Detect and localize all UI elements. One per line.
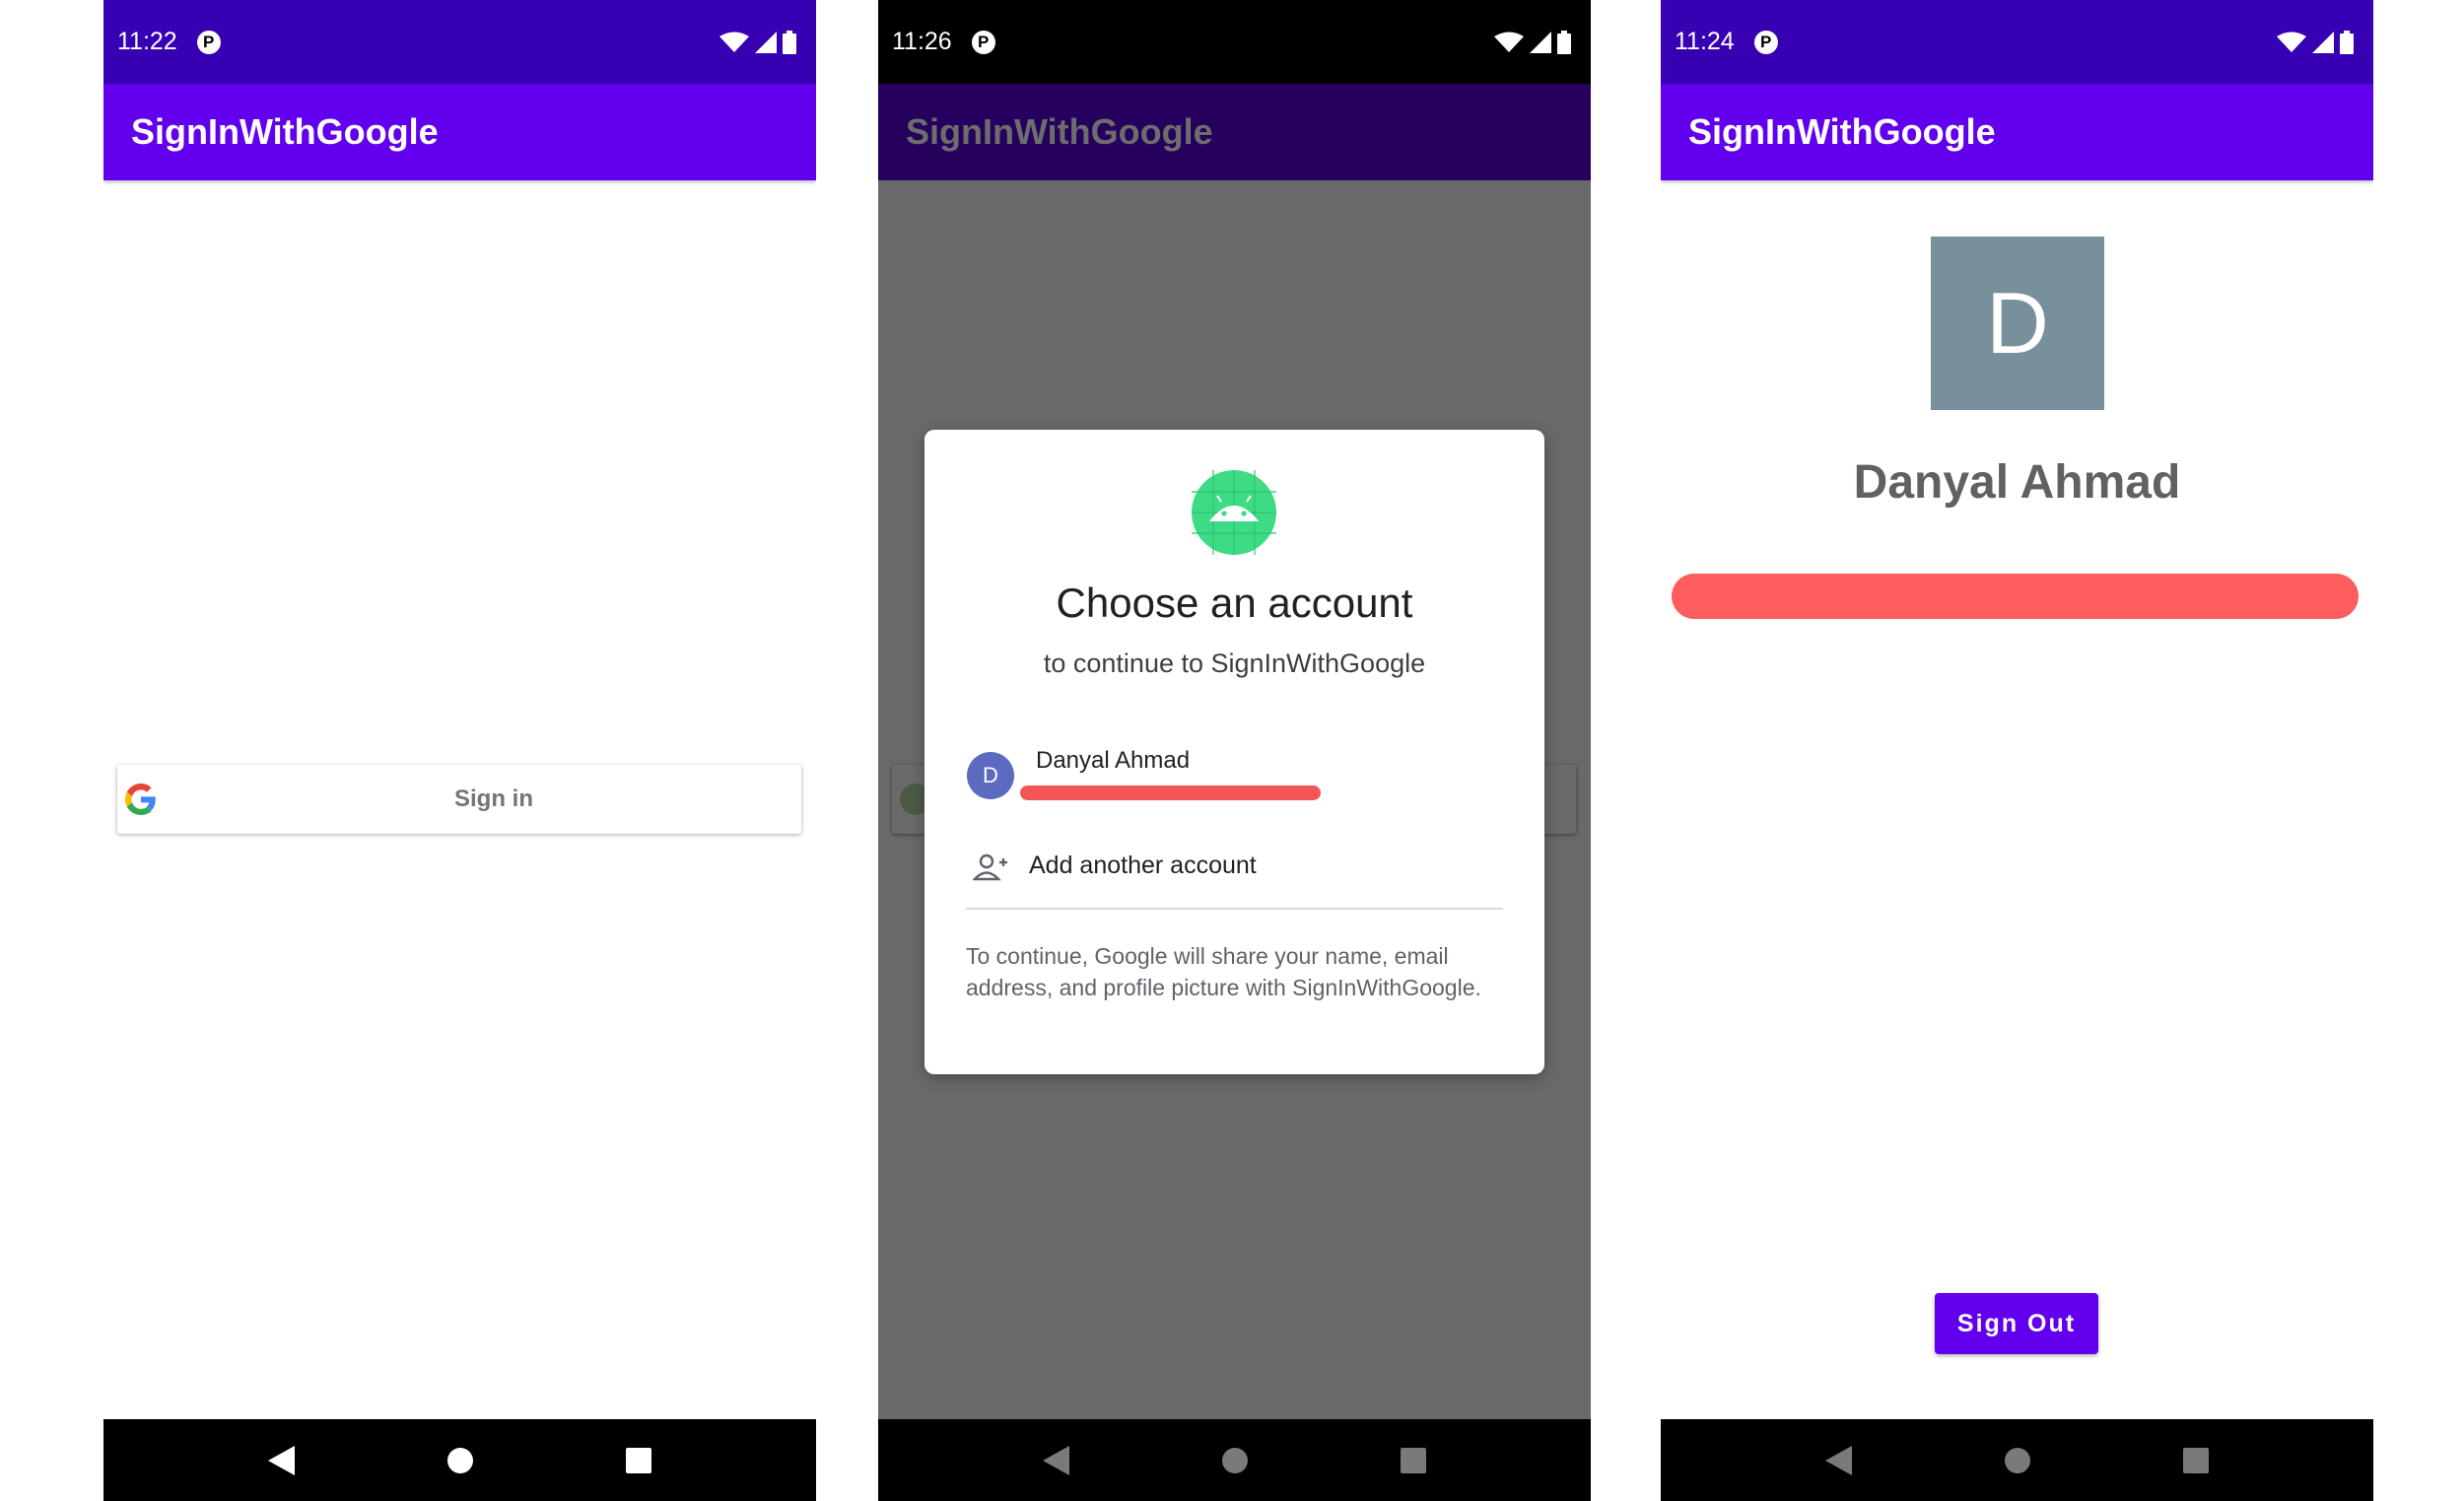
recents-button[interactable] [1384, 1431, 1443, 1490]
profile-picture: D [1931, 237, 2104, 410]
back-button[interactable] [252, 1431, 311, 1490]
redacted-email [1672, 574, 2359, 619]
wifi-icon [2277, 32, 2306, 52]
sign-in-label: Sign in [454, 785, 533, 812]
back-button[interactable] [1810, 1431, 1869, 1490]
cell-signal-icon [755, 31, 777, 53]
person-add-icon [973, 853, 1007, 881]
navigation-bar [1661, 1419, 2373, 1501]
home-icon [446, 1447, 473, 1473]
battery-icon [1557, 30, 1571, 54]
dialog-subtitle: to continue to SignInWithGoogle [1043, 648, 1426, 678]
google-g-icon [125, 784, 156, 815]
account-avatar: D [967, 752, 1014, 799]
sign-out-button[interactable]: Sign Out [1935, 1293, 2098, 1354]
status-time: 11:22 [117, 28, 177, 55]
battery-icon [783, 30, 796, 54]
dialog-title: Choose an account [1056, 580, 1413, 626]
cell-signal-icon [1530, 31, 1551, 53]
status-bar: 11:22 P [103, 0, 816, 84]
recents-button[interactable] [2166, 1431, 2225, 1490]
recents-icon [2182, 1447, 2209, 1473]
home-button[interactable] [431, 1431, 490, 1490]
status-bar: 11:26 P [878, 0, 1591, 84]
home-icon [2004, 1447, 2030, 1473]
back-icon [1824, 1445, 1852, 1475]
app-bar: SignInWithGoogle [103, 84, 816, 180]
dialog-divider [966, 908, 1503, 910]
notification-badge-icon: P [971, 30, 995, 54]
app-title: SignInWithGoogle [131, 111, 439, 152]
status-time: 11:24 [1675, 28, 1735, 55]
recents-button[interactable] [609, 1431, 668, 1490]
dialog-privacy-note: To continue, Google will share your name… [966, 943, 1481, 1000]
app-bar: SignInWithGoogle [1661, 84, 2373, 180]
app-title: SignInWithGoogle [906, 111, 1213, 152]
status-time: 11:26 [892, 28, 952, 55]
recents-icon [1400, 1447, 1426, 1473]
phone-screen-profile: 11:24 P SignInWithGoogle D Danyal Ahmad … [1661, 0, 2373, 1501]
app-bar-dimmed: SignInWithGoogle [878, 84, 1591, 180]
recents-icon [625, 1447, 651, 1473]
android-icon [1192, 470, 1276, 555]
redacted-email [1020, 785, 1321, 800]
profile-name: Danyal Ahmad [1853, 456, 2181, 509]
home-button[interactable] [1205, 1431, 1265, 1490]
add-another-account-label: Add another account [1029, 852, 1257, 879]
notification-badge-icon: P [196, 30, 221, 54]
battery-icon [2340, 30, 2354, 54]
back-icon [267, 1445, 295, 1475]
google-sign-in-button[interactable]: Sign in [117, 765, 801, 834]
status-bar: 11:24 P [1661, 0, 2373, 84]
navigation-bar [103, 1419, 816, 1501]
account-name: Danyal Ahmad [1036, 747, 1191, 774]
home-icon [1221, 1447, 1248, 1473]
choose-account-dialog: Choose an account to continue to SignInW… [924, 430, 1544, 1074]
wifi-icon [719, 32, 749, 52]
phone-screen-signin: 11:22 P SignInWithGoogle Sign in [103, 0, 816, 1501]
home-button[interactable] [1988, 1431, 2047, 1490]
back-icon [1042, 1445, 1069, 1475]
back-button[interactable] [1027, 1431, 1086, 1490]
app-title: SignInWithGoogle [1688, 111, 1996, 152]
navigation-bar [878, 1419, 1591, 1501]
phone-screen-account-chooser: 11:26 P SignInWithGoogle Choose an accou… [878, 0, 1591, 1501]
wifi-icon [1494, 32, 1524, 52]
cell-signal-icon [2312, 31, 2334, 53]
notification-badge-icon: P [1753, 30, 1778, 54]
